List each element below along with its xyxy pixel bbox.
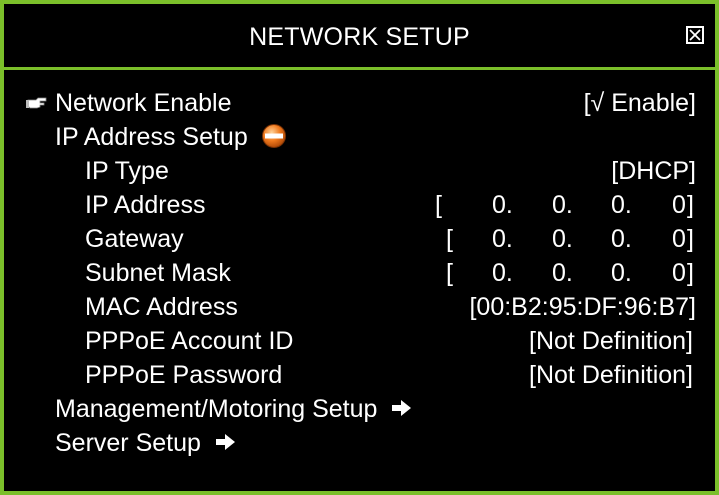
- hand-pointer-icon: [26, 97, 47, 109]
- menu-item-gateway[interactable]: Gateway [ 0. 0. 0. 0 ]: [4, 222, 715, 256]
- gateway-close-bracket: ]: [687, 225, 694, 253]
- menu-item-ip-address-setup[interactable]: IP Address Setup: [4, 120, 715, 154]
- pppoe-password-label: PPPoE Password: [85, 361, 283, 389]
- close-button[interactable]: [686, 26, 704, 44]
- menu-item-management-setup[interactable]: Management/Motoring Setup: [4, 392, 715, 426]
- menu-item-mac-address[interactable]: MAC Address [00:B2:95:DF:96:B7]: [4, 290, 715, 324]
- menu-item-subnet-mask[interactable]: Subnet Mask [ 0. 0. 0. 0 ]: [4, 256, 715, 290]
- ip-type-label: IP Type: [85, 157, 169, 185]
- subnet-mask-label: Subnet Mask: [85, 259, 231, 287]
- gateway-octet-2: 0.: [552, 225, 573, 253]
- close-box-icon: [689, 29, 701, 41]
- arrow-right-icon: [215, 434, 235, 451]
- pppoe-password-value[interactable]: [Not Definition]: [529, 358, 693, 392]
- menu-item-server-setup[interactable]: Server Setup: [4, 426, 715, 460]
- pppoe-account-id-value[interactable]: [Not Definition]: [529, 324, 693, 358]
- subnet-mask-octet-3: 0.: [611, 259, 632, 287]
- gateway-value[interactable]: [ 0. 0. 0. 0 ]: [431, 222, 696, 256]
- gateway-label: Gateway: [85, 225, 184, 253]
- subnet-mask-value[interactable]: [ 0. 0. 0. 0 ]: [431, 256, 696, 290]
- ip-address-setup-label-group: IP Address Setup: [55, 120, 287, 154]
- pppoe-account-id-label: PPPoE Account ID: [85, 327, 294, 355]
- gateway-octet-1: 0.: [492, 225, 513, 253]
- gateway-octet-3: 0.: [611, 225, 632, 253]
- ip-address-value[interactable]: [ 0. 0. 0. 0 ]: [431, 188, 696, 222]
- title-bar: NETWORK SETUP: [4, 4, 715, 70]
- gateway-octet-4: 0: [672, 225, 686, 253]
- ip-address-octet-1: 0.: [492, 191, 513, 219]
- menu-item-pppoe-account-id[interactable]: PPPoE Account ID [Not Definition]: [4, 324, 715, 358]
- subnet-mask-octet-4: 0: [672, 259, 686, 287]
- mac-address-value: [00:B2:95:DF:96:B7]: [469, 293, 696, 321]
- subnet-mask-open-bracket: [: [446, 259, 453, 287]
- ip-address-setup-label: IP Address Setup: [55, 123, 248, 151]
- network-enable-value[interactable]: [√ Enable]: [584, 86, 696, 120]
- subnet-mask-octet-1: 0.: [492, 259, 513, 287]
- ip-address-octet-2: 0.: [552, 191, 573, 219]
- server-setup-label: Server Setup: [55, 429, 201, 457]
- ip-address-open-bracket: [: [435, 191, 442, 219]
- menu-item-pppoe-password[interactable]: PPPoE Password [Not Definition]: [4, 358, 715, 392]
- menu-item-ip-type[interactable]: IP Type [DHCP]: [4, 154, 715, 188]
- ip-address-octet-4: 0: [672, 191, 686, 219]
- ip-address-close-bracket: ]: [687, 191, 694, 219]
- gateway-open-bracket: [: [446, 225, 453, 253]
- ip-address-label: IP Address: [85, 191, 206, 219]
- management-setup-label-group: Management/Motoring Setup: [55, 392, 414, 426]
- network-enable-label: Network Enable: [55, 89, 232, 117]
- management-setup-label: Management/Motoring Setup: [55, 395, 378, 423]
- subnet-mask-close-bracket: ]: [687, 259, 694, 287]
- network-setup-window: NETWORK SETUP Network Enable [√ Enable] …: [0, 0, 719, 495]
- subnet-mask-octet-2: 0.: [552, 259, 573, 287]
- window-title: NETWORK SETUP: [249, 23, 470, 51]
- menu-item-network-enable[interactable]: Network Enable [√ Enable]: [4, 86, 715, 120]
- ip-type-value[interactable]: [DHCP]: [611, 154, 696, 188]
- arrow-right-icon: [392, 400, 412, 417]
- mac-address-label: MAC Address: [85, 293, 238, 321]
- menu-item-ip-address[interactable]: IP Address [ 0. 0. 0. 0 ]: [4, 188, 715, 222]
- server-setup-label-group: Server Setup: [55, 426, 238, 460]
- ip-address-octet-3: 0.: [611, 191, 632, 219]
- collapse-minus-icon[interactable]: [261, 123, 287, 149]
